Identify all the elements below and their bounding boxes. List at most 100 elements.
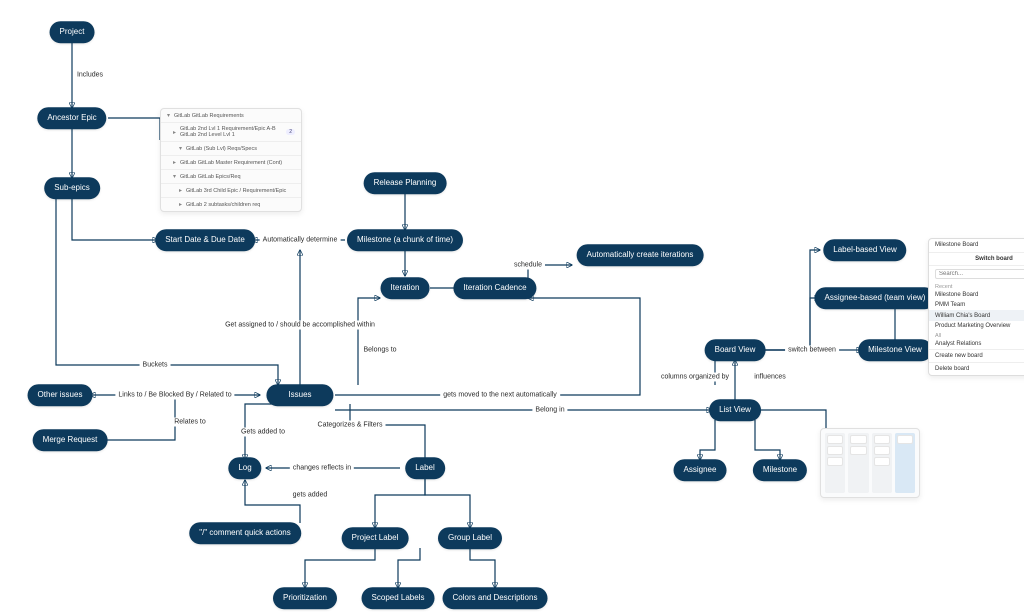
- node-release-planning: Release Planning: [364, 172, 447, 194]
- board-card: [827, 435, 843, 444]
- node-start-due-date: Start Date & Due Date: [155, 229, 255, 251]
- node-colors-desc: Colors and Descriptions: [443, 587, 548, 609]
- node-issues: Issues: [266, 384, 333, 406]
- node-other-issues: Other issues: [28, 384, 93, 406]
- board-column: [848, 433, 868, 493]
- board-card: [897, 435, 913, 444]
- badge-icon: 2: [286, 129, 295, 135]
- node-log: Log: [228, 457, 261, 479]
- chevron-down-icon: ▾: [173, 173, 176, 180]
- chevron-right-icon: ▸: [179, 201, 182, 208]
- epic-row: ▸ GitLab 2nd Lvl 1 Requirement/Epic A-B G…: [161, 123, 301, 142]
- edge-includes: Includes: [74, 71, 106, 80]
- edge-schedule: schedule: [511, 261, 545, 270]
- dropdown-item-label: Product Marketing Overview: [935, 323, 1010, 329]
- edge-auto-determine: Automatically determine: [260, 236, 341, 245]
- edge-switch-between: switch between: [785, 346, 839, 355]
- chevron-right-icon: ▸: [173, 159, 176, 166]
- dropdown-search-input[interactable]: [935, 269, 1024, 279]
- dropdown-item-label: PMM Team: [935, 302, 965, 308]
- dropdown-item-label: Milestone Board: [935, 292, 978, 298]
- node-iteration-cadence: Iteration Cadence: [453, 277, 536, 299]
- node-milestone: Milestone: [753, 459, 807, 481]
- node-sub-epics: Sub-epics: [44, 177, 100, 199]
- diagram-canvas: { "nodes": { "project": "Project", "ance…: [0, 0, 1024, 615]
- board-column: [825, 433, 845, 493]
- node-milestone-view: Milestone View: [858, 339, 932, 361]
- dropdown-section-recent: Recent: [929, 282, 1024, 290]
- chevron-right-icon: ▸: [179, 187, 182, 194]
- board-card: [850, 446, 866, 455]
- node-list-view: List View: [709, 399, 761, 421]
- edge-columns-org: columns organized by: [658, 373, 732, 382]
- board-card: [827, 457, 843, 466]
- board-card: [874, 446, 890, 455]
- epic-row-label: GitLab GitLab Master Requirement (Cont): [180, 160, 282, 166]
- board-card: [850, 435, 866, 444]
- epic-row: ▾ GitLab GitLab Requirements: [161, 109, 301, 123]
- edge-belongs-to: Belongs to: [360, 346, 399, 355]
- board-card: [874, 457, 890, 466]
- dropdown-delete-board[interactable]: Delete board: [929, 362, 1024, 375]
- epic-row-label: GitLab (Sub Lvl) Reqs/Specs: [186, 146, 257, 152]
- node-project-label: Project Label: [342, 527, 409, 549]
- epic-row: ▸ GitLab 3rd Child Epic / Requirement/Epi…: [161, 184, 301, 198]
- chevron-right-icon: ▸: [173, 129, 176, 136]
- board-switcher-dropdown: Milestone Board ▾ Switch board Recent Mi…: [928, 238, 1024, 376]
- dropdown-item[interactable]: Milestone Board: [929, 290, 1024, 300]
- node-board-view: Board View: [705, 339, 766, 361]
- dropdown-item[interactable]: PMM Team: [929, 300, 1024, 310]
- dropdown-create-board[interactable]: Create new board: [929, 349, 1024, 362]
- epic-row: ▸ GitLab GitLab Master Requirement (Cont): [161, 156, 301, 170]
- edge-links-to: Links to / Be Blocked By / Related to: [115, 391, 234, 400]
- edge-gets-added-to: Gets added to: [238, 428, 288, 437]
- edge-get-assigned: Get assigned to / should be accomplished…: [222, 321, 378, 330]
- dropdown-item[interactable]: Analyst Relations: [929, 339, 1024, 349]
- epic-row-label: GitLab 3rd Child Epic / Requirement/Epic: [186, 188, 286, 194]
- epic-row-label: GitLab GitLab Requirements: [174, 113, 244, 119]
- dropdown-selected-label: Milestone Board: [935, 242, 978, 249]
- edge-gets-moved: gets moved to the next automatically: [440, 391, 560, 400]
- epic-row: ▾ GitLab GitLab Epics/Req: [161, 170, 301, 184]
- board-card: [874, 435, 890, 444]
- edge-gets-added: gets added: [290, 491, 331, 500]
- edge-buckets: Buckets: [140, 361, 171, 370]
- board-card: [827, 446, 843, 455]
- epic-hierarchy-screenshot: ▾ GitLab GitLab Requirements ▸ GitLab 2nd …: [160, 108, 302, 212]
- node-prioritization: Prioritization: [273, 587, 337, 609]
- node-project: Project: [50, 21, 95, 43]
- edge-influences: influences: [751, 373, 789, 382]
- edge-changes-reflects: changes reflects in: [290, 464, 354, 473]
- dropdown-section-all: All: [929, 331, 1024, 339]
- dropdown-item[interactable]: Product Marketing Overview: [929, 321, 1024, 331]
- node-scoped-labels: Scoped Labels: [362, 587, 435, 609]
- chevron-down-icon: ▾: [167, 112, 170, 119]
- node-quick-actions: "/" comment quick actions: [189, 522, 301, 544]
- kanban-board-screenshot: [820, 428, 920, 498]
- node-auto-iterations: Automatically create iterations: [577, 244, 704, 266]
- dropdown-selected[interactable]: Milestone Board ▾: [929, 239, 1024, 253]
- board-column: [872, 433, 892, 493]
- chevron-down-icon: ▾: [179, 145, 182, 152]
- board-column: [895, 433, 915, 493]
- node-merge-request: Merge Request: [33, 429, 108, 451]
- node-ancestor-epic: Ancestor Epic: [37, 107, 106, 129]
- epic-row-label: GitLab 2nd Lvl 1 Requirement/Epic A-B Gi…: [180, 126, 279, 138]
- edge-categorizes: Categorizes & Filters: [315, 421, 386, 430]
- dropdown-item-label: Analyst Relations: [935, 341, 981, 347]
- node-group-label: Group Label: [438, 527, 502, 549]
- node-assignee-view: Assignee-based (team view): [815, 287, 936, 309]
- node-milestone-chunk: Milestone (a chunk of time): [347, 229, 463, 251]
- node-iteration: Iteration: [381, 277, 430, 299]
- edge-belong-in: Belong in: [532, 406, 567, 415]
- dropdown-title: Switch board: [929, 253, 1024, 266]
- node-assignee: Assignee: [674, 459, 727, 481]
- epic-row-label: GitLab 2 subtasks/children req: [186, 202, 260, 208]
- epic-row: ▸ GitLab 2 subtasks/children req: [161, 198, 301, 211]
- node-label-view: Label-based View: [823, 239, 906, 261]
- epic-row-label: GitLab GitLab Epics/Req: [180, 174, 241, 180]
- dropdown-item-label: William Chia's Board: [935, 313, 990, 319]
- dropdown-item[interactable]: William Chia's Board↖: [929, 310, 1024, 321]
- node-label: Label: [405, 457, 445, 479]
- epic-row: ▾ GitLab (Sub Lvl) Reqs/Specs: [161, 142, 301, 156]
